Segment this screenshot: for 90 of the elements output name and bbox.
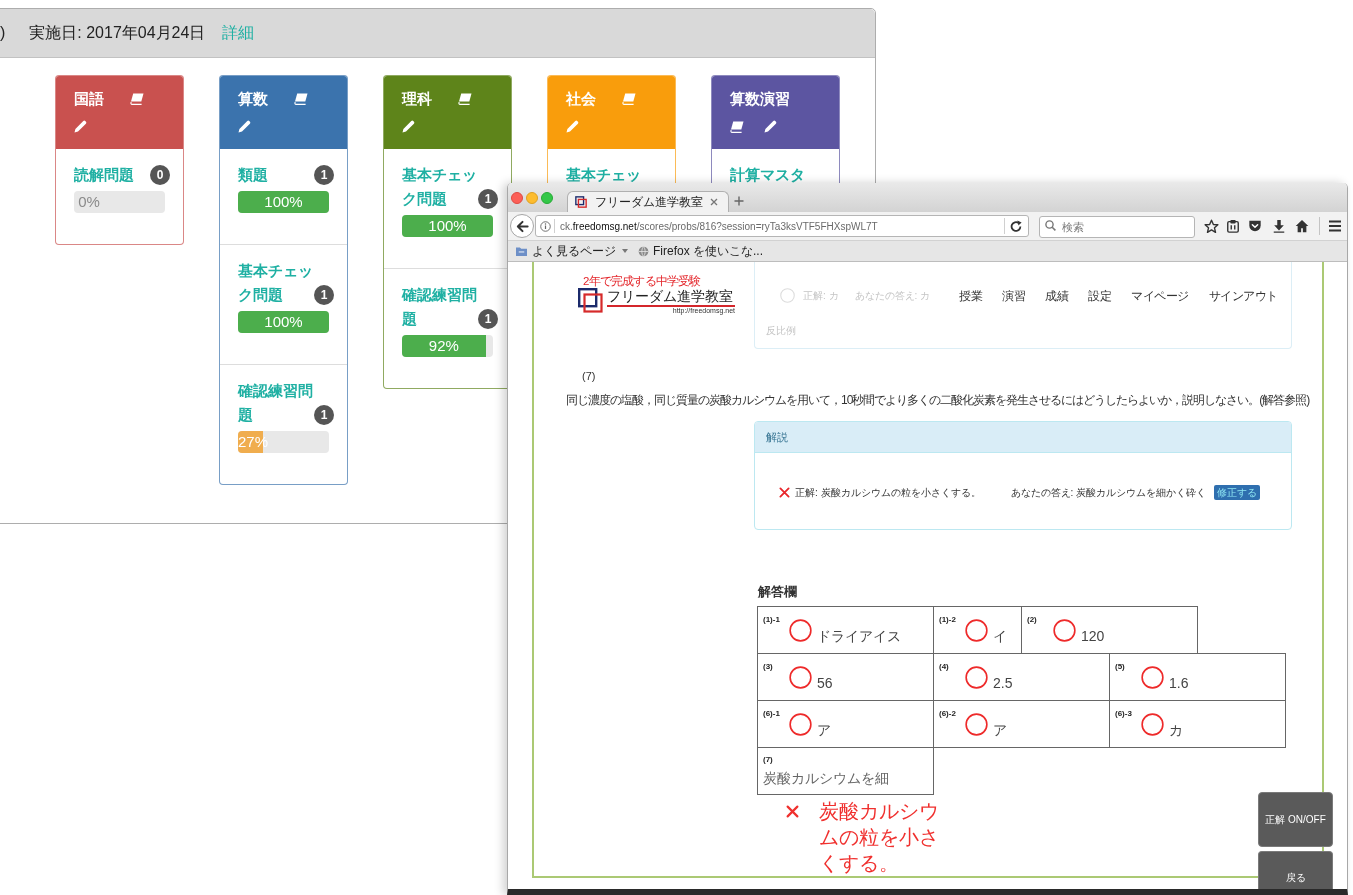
pencil-icon[interactable]	[764, 120, 777, 133]
squares-icon	[575, 196, 587, 208]
search-icon	[1045, 220, 1056, 231]
arrow-left-icon	[515, 219, 529, 233]
subject-title: 理科	[402, 89, 432, 109]
cell-value: 120	[1081, 628, 1105, 644]
cell-label: (1)-2	[939, 615, 957, 625]
pencil-icon[interactable]	[402, 120, 415, 133]
correct-answer-text: 正解: 炭酸カルシウムの粒を小さくする。	[795, 486, 981, 500]
nav-link[interactable]: 設定	[1088, 289, 1111, 304]
site-name[interactable]: フリーダム進学教室	[607, 288, 735, 307]
browser-tab[interactable]: フリーダム進学教室	[567, 191, 729, 212]
book-icon[interactable]	[730, 120, 744, 133]
cell-value: ア	[993, 722, 1007, 738]
header-text: )	[0, 23, 6, 43]
progress-label: 92%	[428, 336, 459, 356]
menu-icon[interactable]	[1328, 220, 1342, 232]
home-icon[interactable]	[1295, 219, 1309, 233]
question-number: (7)	[582, 369, 596, 383]
nav-link[interactable]: マイページ	[1131, 289, 1189, 304]
subject-title: 算数演習	[730, 89, 790, 109]
pencil-icon[interactable]	[74, 120, 87, 133]
correction-text: 炭酸カルシウムの粒を小さくする。	[819, 799, 940, 876]
explanation-text: 反比例	[766, 324, 796, 338]
search-field[interactable]: 検索	[1039, 216, 1195, 238]
cell-label: (6)-1	[763, 709, 781, 719]
back-button[interactable]	[510, 214, 534, 238]
cell-label: (3)	[763, 662, 774, 672]
progress-label: 100%	[264, 312, 303, 332]
logo-icon[interactable]	[578, 288, 603, 313]
cell-value: 2.5	[993, 675, 1013, 691]
nav-link[interactable]: 演習	[1002, 289, 1025, 304]
pencil-icon[interactable]	[238, 120, 251, 133]
maximize-icon[interactable]	[541, 191, 553, 204]
count-badge: 1	[314, 285, 334, 305]
book-icon[interactable]	[458, 93, 472, 105]
count-badge: 1	[478, 189, 498, 209]
close-icon[interactable]	[710, 198, 718, 206]
date-text: 実施日: 2017年04月24日	[29, 23, 206, 43]
cell-value: カ	[1169, 722, 1183, 738]
shield-icon[interactable]	[1248, 219, 1262, 233]
logo-tagline: 2年で完成する中学受験	[583, 275, 701, 288]
answer-sheet-title: 解答欄	[758, 584, 797, 600]
count-badge: 1	[314, 165, 334, 185]
clipboard-icon[interactable]	[1226, 219, 1240, 233]
folder-icon[interactable]	[515, 245, 528, 257]
count-badge: 1	[478, 309, 498, 329]
download-icon[interactable]	[1272, 219, 1286, 233]
cell-label: (5)	[1115, 662, 1126, 672]
reload-icon[interactable]	[1010, 220, 1022, 232]
cell-label: (2)	[1027, 615, 1038, 625]
cell-label: (6)-2	[939, 709, 957, 719]
progress-label: 100%	[428, 216, 467, 236]
cell-label: (4)	[939, 662, 950, 672]
panel-header: 解説	[755, 422, 1291, 453]
nav-link[interactable]: サインアウト	[1208, 289, 1278, 304]
count-badge: 1	[314, 405, 334, 425]
plus-icon[interactable]	[734, 196, 744, 206]
cell-value: ドライアイス	[817, 628, 901, 644]
count-badge: 0	[150, 165, 170, 185]
cell-label: (6)-3	[1115, 709, 1133, 719]
cell-label: (1)-1	[763, 615, 781, 625]
cell-value: ア	[817, 722, 831, 738]
caret-icon[interactable]	[622, 249, 628, 253]
your-answer-text: あなたの答え: 炭酸カルシウムを細かく砕く	[1010, 486, 1207, 500]
subject-title: 国語	[74, 89, 104, 109]
cell-label: (7)	[763, 755, 773, 765]
progress-label: 0%	[78, 192, 100, 212]
bookmark-link[interactable]: よく見るページ	[532, 244, 616, 258]
star-icon[interactable]	[1204, 218, 1219, 234]
info-icon[interactable]	[540, 220, 551, 232]
bookmark-link[interactable]: Firefox を使いこな...	[653, 244, 763, 258]
book-icon[interactable]	[130, 93, 144, 105]
edit-button[interactable]: 修正する	[1214, 485, 1261, 500]
question-text: 同じ濃度の塩酸，同じ質量の炭酸カルシウムを用いて，10秒間でより多くの二酸化炭素を発生させるにはどうしたらよいか，説明しなさい。(解答参照)	[566, 393, 1310, 407]
nav-link[interactable]: 授業	[959, 289, 982, 304]
book-icon[interactable]	[294, 93, 308, 105]
close-icon[interactable]	[511, 191, 523, 204]
subject-title: 社会	[566, 89, 596, 109]
address-field[interactable]: ck.freedomsg.net/scores/probs/816?session=ryTa3ksVTF5FHXspWL7T	[535, 215, 1029, 237]
return-button[interactable]: 戻る	[1258, 851, 1333, 889]
cell-value: 56	[817, 675, 833, 691]
subject-title: 算数	[238, 89, 268, 109]
progress-label: 100%	[264, 192, 303, 212]
globe-icon[interactable]	[638, 245, 649, 257]
cell-value: 1.6	[1169, 675, 1189, 691]
nav-link[interactable]: 成績	[1045, 289, 1068, 304]
cell-value: イ	[993, 628, 1007, 644]
cell-value: 炭酸カルシウムを細	[763, 771, 889, 787]
answer-toggle-button[interactable]: 正解 ON/OFF	[1258, 792, 1333, 847]
